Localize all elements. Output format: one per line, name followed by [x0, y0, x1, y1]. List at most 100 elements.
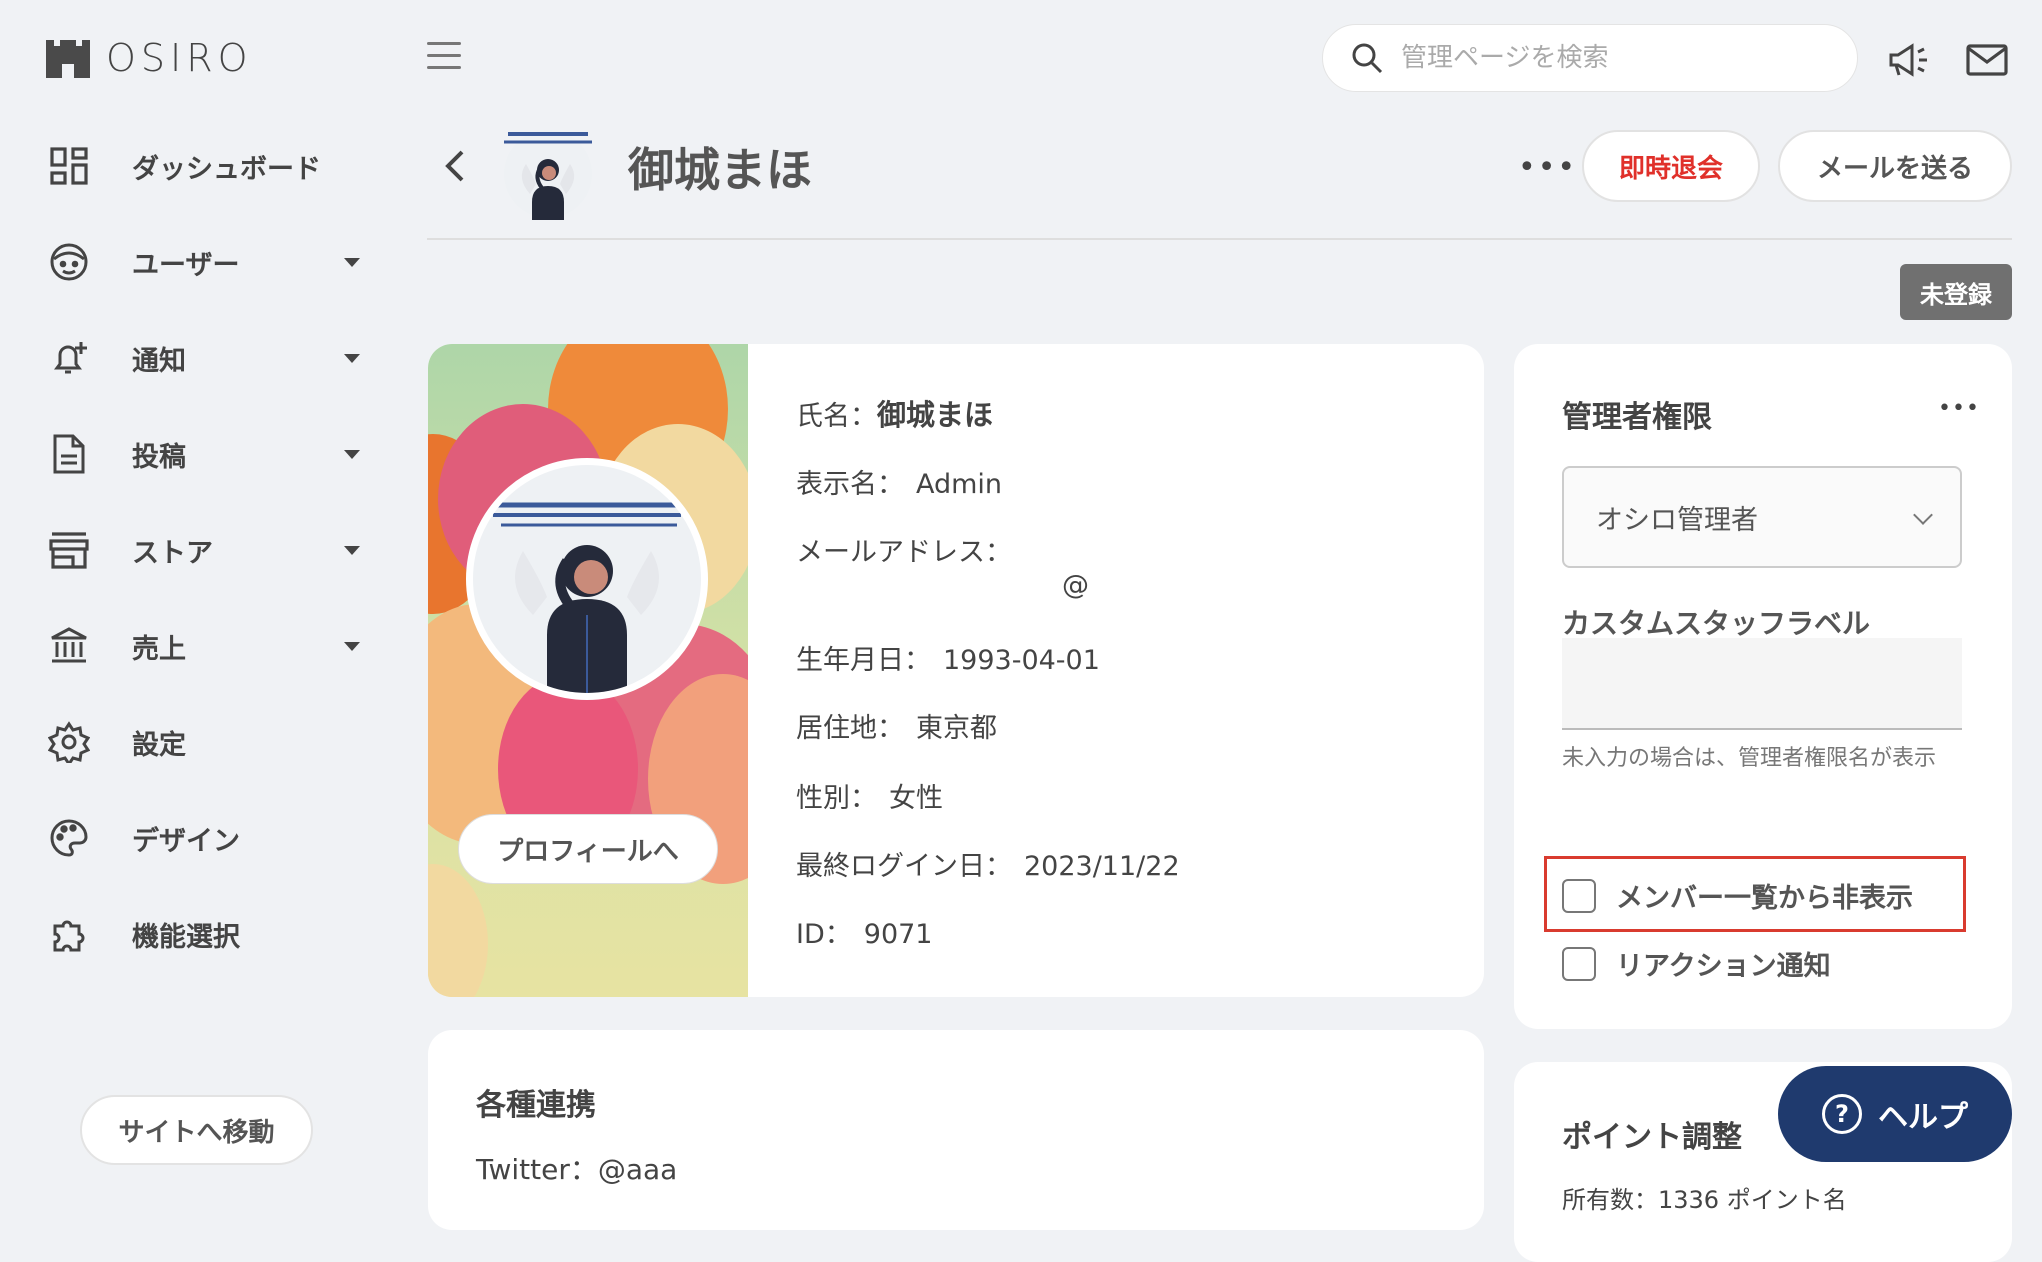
menu-icon[interactable] [427, 42, 461, 72]
more-options-icon[interactable]: ••• [1518, 150, 1577, 185]
bank-icon [48, 625, 90, 667]
reaction-notify-checkbox[interactable] [1562, 946, 1596, 981]
mail-icon[interactable] [1966, 44, 2008, 76]
gear-icon [48, 721, 90, 763]
field-value: 9071 [863, 919, 933, 950]
brand-logo[interactable]: OSIRO [44, 36, 253, 80]
send-mail-button[interactable]: メールを送る [1778, 130, 2012, 202]
info-email: メールアドレス： [796, 530, 1012, 569]
sidebar-item-label: ユーザー [132, 249, 240, 281]
sidebar-item-label: 機能選択 [132, 921, 240, 953]
info-residence: 居住地： 東京都 [796, 706, 997, 745]
hide-from-members-checkbox[interactable] [1562, 878, 1596, 913]
cover-image: プロフィールへ [428, 344, 748, 997]
role-select[interactable]: オシロ管理者 [1562, 466, 1962, 568]
document-icon [48, 433, 90, 475]
twitter-link: Twitter：@aaa [476, 1153, 678, 1186]
castle-icon [46, 40, 90, 78]
user-face-icon [48, 241, 90, 283]
field-value: 女性 [889, 783, 943, 814]
sidebar-item-store[interactable]: ストア [48, 520, 368, 580]
immediate-withdraw-button[interactable]: 即時退会 [1582, 130, 1760, 202]
sidebar-item-label: 設定 [132, 729, 186, 761]
chevron-down-icon [344, 546, 360, 555]
field-value: 1993-04-01 [943, 645, 1100, 676]
profile-avatar [466, 458, 708, 700]
megaphone-icon[interactable] [1888, 42, 1930, 78]
info-display-name: 表示名： Admin [796, 462, 1002, 501]
sidebar-item-design[interactable]: デザイン [48, 808, 368, 868]
field-label: 居住地： [796, 713, 904, 744]
sidebar-item-dashboard[interactable]: ダッシュボード [48, 136, 368, 196]
field-label: メールアドレス： [796, 537, 1012, 568]
reaction-notify-option[interactable]: リアクション通知 [1562, 944, 1831, 983]
question-icon: ? [1822, 1094, 1862, 1134]
chevron-down-icon [344, 258, 360, 267]
chevron-down-icon [344, 642, 360, 651]
brand-name: OSIRO [106, 36, 253, 80]
status-badge: 未登録 [1900, 264, 2012, 320]
search-input[interactable] [1401, 43, 1831, 73]
page-title: 御城まほ [628, 143, 812, 197]
sidebar-item-label: 投稿 [132, 441, 186, 473]
help-button[interactable]: ? ヘルプ [1778, 1066, 2012, 1162]
chevron-down-icon [344, 450, 360, 459]
info-last-login: 最終ログイン日： 2023/11/22 [796, 844, 1180, 883]
custom-label-title: カスタムスタッフラベル [1562, 607, 1871, 640]
sidebar-item-label: 売上 [132, 633, 186, 665]
role-selected-value: オシロ管理者 [1596, 504, 1758, 536]
points-title: ポイント調整 [1562, 1120, 1742, 1155]
go-to-site-button[interactable]: サイトへ移動 [80, 1095, 313, 1165]
field-label: 氏名： [796, 401, 877, 432]
field-label: 生年月日： [796, 645, 931, 676]
palette-icon [48, 817, 90, 859]
field-value: 2023/11/22 [1024, 851, 1180, 882]
custom-label-input[interactable] [1562, 638, 1962, 730]
sidebar-item-label: 通知 [132, 345, 186, 377]
integrations-title: 各種連携 [476, 1088, 596, 1123]
sidebar-item-label: デザイン [132, 825, 240, 857]
avatar [504, 130, 592, 220]
search-icon [1352, 43, 1383, 74]
hide-from-members-option[interactable]: メンバー一覧から非表示 [1562, 876, 1913, 915]
more-options-icon[interactable]: ••• [1938, 396, 1980, 421]
checkbox-label: メンバー一覧から非表示 [1616, 883, 1913, 914]
sidebar-item-sales[interactable]: 売上 [48, 616, 368, 676]
email-value: @ [1062, 570, 1089, 601]
sidebar-item-label: ダッシュボード [132, 153, 321, 185]
admin-title: 管理者権限 [1562, 400, 1712, 435]
info-gender: 性別： 女性 [796, 776, 943, 815]
profile-card: プロフィールへ 氏名：御城まほ 表示名： Admin メールアドレス： @ 生年月… [428, 344, 1484, 997]
go-to-profile-button[interactable]: プロフィールへ [458, 814, 718, 884]
field-label: 最終ログイン日： [796, 851, 1012, 882]
admin-permissions-card: 管理者権限 ••• オシロ管理者 カスタムスタッフラベル 未入力の場合は、管理者… [1514, 344, 2012, 1029]
custom-label-help: 未入力の場合は、管理者権限名が表示 [1562, 746, 1937, 771]
field-value: 御城まほ [877, 398, 994, 432]
field-label: ID： [796, 919, 852, 950]
sidebar-item-posts[interactable]: 投稿 [48, 424, 368, 484]
sidebar-item-label: ストア [132, 537, 213, 569]
bell-plus-icon [48, 337, 90, 379]
back-chevron-icon[interactable] [440, 146, 470, 186]
puzzle-icon [48, 913, 90, 955]
field-label: 性別： [796, 783, 877, 814]
field-value: 東京都 [916, 713, 997, 744]
sidebar-item-settings[interactable]: 設定 [48, 712, 368, 772]
chevron-down-icon [1913, 505, 1933, 525]
help-label: ヘルプ [1878, 1100, 1968, 1135]
search-bar[interactable] [1322, 24, 1858, 92]
info-name: 氏名：御城まほ [796, 392, 993, 434]
sidebar-item-users[interactable]: ユーザー [48, 232, 368, 292]
checkbox-label: リアクション通知 [1616, 951, 1831, 982]
header-divider [427, 238, 2012, 240]
integrations-card: 各種連携 Twitter：@aaa [428, 1030, 1484, 1230]
chevron-down-icon [344, 354, 360, 363]
store-icon [48, 529, 90, 571]
field-value: Admin [916, 469, 1003, 500]
info-birthday: 生年月日： 1993-04-01 [796, 638, 1100, 677]
sidebar-item-notifications[interactable]: 通知 [48, 328, 368, 388]
info-id: ID： 9071 [796, 912, 932, 951]
sidebar-item-features[interactable]: 機能選択 [48, 904, 368, 964]
field-label: 表示名： [796, 469, 904, 500]
dashboard-icon [48, 145, 90, 187]
